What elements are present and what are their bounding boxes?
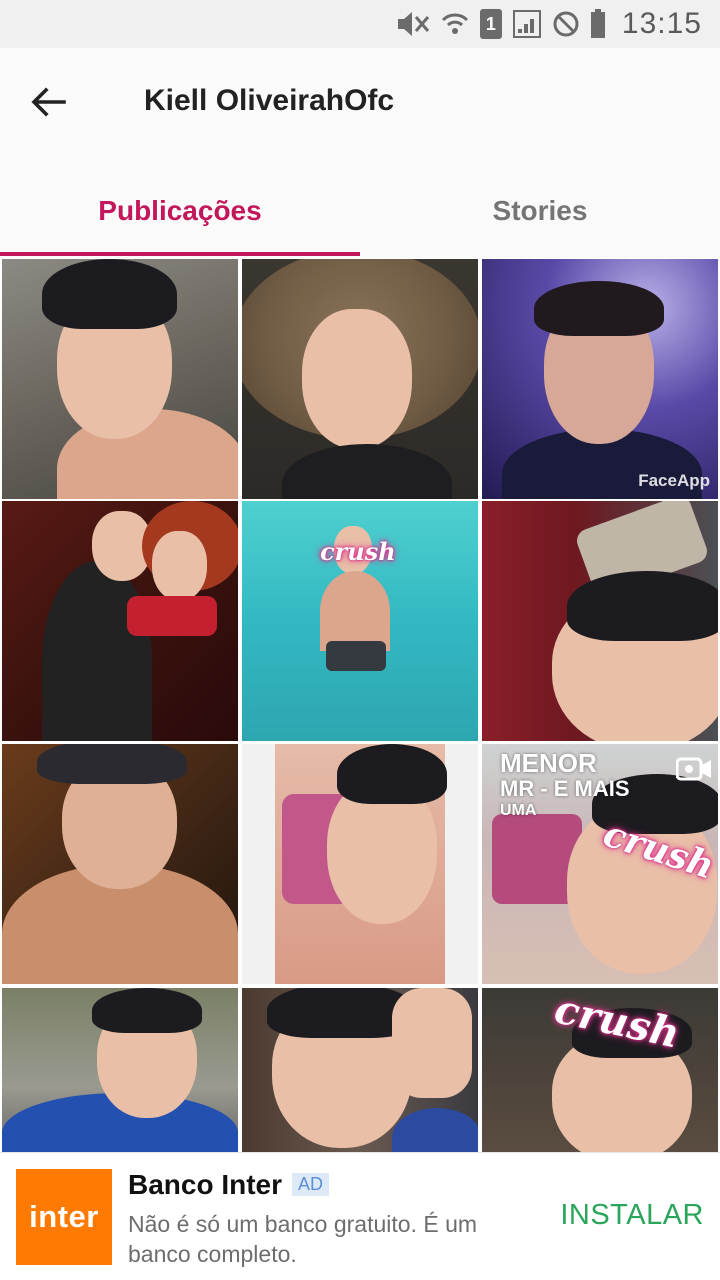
ad-banner[interactable]: inter Banco Inter AD Não é só um banco g… (0, 1152, 720, 1280)
signal-icon (512, 9, 542, 39)
wifi-icon (440, 9, 470, 39)
active-tab-indicator (0, 252, 360, 256)
mute-icon (392, 9, 430, 39)
crush-sticker: crush (320, 537, 396, 566)
app-bar: Kiell OliveirahOfc (0, 48, 720, 164)
photo-hair (92, 988, 202, 1033)
story-text-line-1: MENOR (500, 748, 597, 778)
tab-bar: Publicações Stories (0, 164, 720, 258)
story-text-line-2: MR - E MAIS (500, 776, 630, 801)
grid-post[interactable] (242, 259, 478, 499)
arrow-left-icon (30, 86, 66, 123)
media-grid: FaceApp crush MENOR MR - E MAIS UMA crus… (0, 258, 720, 1152)
profile-title: Kiell OliveirahOfc (144, 84, 395, 117)
tab-publicacoes[interactable]: Publicações (0, 164, 360, 258)
grid-post[interactable]: FaceApp (482, 259, 718, 499)
photo-clothing (326, 641, 386, 671)
grid-post[interactable] (2, 501, 238, 741)
grid-post[interactable] (482, 501, 718, 741)
ad-description: Não é só um banco gratuito. É um banco c… (128, 1211, 478, 1267)
faceapp-watermark: FaceApp (638, 471, 710, 490)
ad-badge: AD (292, 1173, 330, 1196)
grid-post[interactable] (2, 988, 238, 1152)
sim-icon: 1 (479, 9, 502, 39)
status-bar: 1 13:15 (0, 0, 720, 48)
photo-hair (534, 281, 664, 336)
photo-figure (320, 571, 390, 651)
photo-face (302, 309, 412, 449)
status-icons: 1 13:15 (392, 6, 702, 42)
video-icon (675, 756, 712, 787)
back-button[interactable] (22, 78, 74, 130)
do-not-disturb-icon (552, 10, 580, 38)
tab-stories[interactable]: Stories (360, 164, 720, 258)
ad-advertiser: Banco Inter (128, 1169, 283, 1200)
story-text-line-3: UMA (500, 802, 537, 819)
photo-face (152, 531, 207, 601)
grid-post[interactable] (242, 988, 478, 1152)
grid-post[interactable] (2, 744, 238, 984)
photo-hand (392, 988, 472, 1098)
battery-icon (590, 9, 606, 39)
grid-post[interactable] (242, 744, 478, 984)
grid-post[interactable] (2, 259, 238, 499)
photo-clothing (127, 596, 217, 636)
grid-post[interactable]: crush (482, 988, 718, 1152)
photo-hair (567, 571, 718, 641)
install-button[interactable]: INSTALAR (560, 1199, 704, 1232)
photo-hair (42, 259, 177, 329)
grid-post[interactable]: MENOR MR - E MAIS UMA crush (482, 744, 718, 984)
photo-hair (337, 744, 447, 804)
status-time: 13:15 (621, 7, 702, 40)
ad-logo[interactable]: inter (16, 1169, 112, 1265)
grid-post[interactable]: crush (242, 501, 478, 741)
photo-cap (37, 744, 187, 784)
